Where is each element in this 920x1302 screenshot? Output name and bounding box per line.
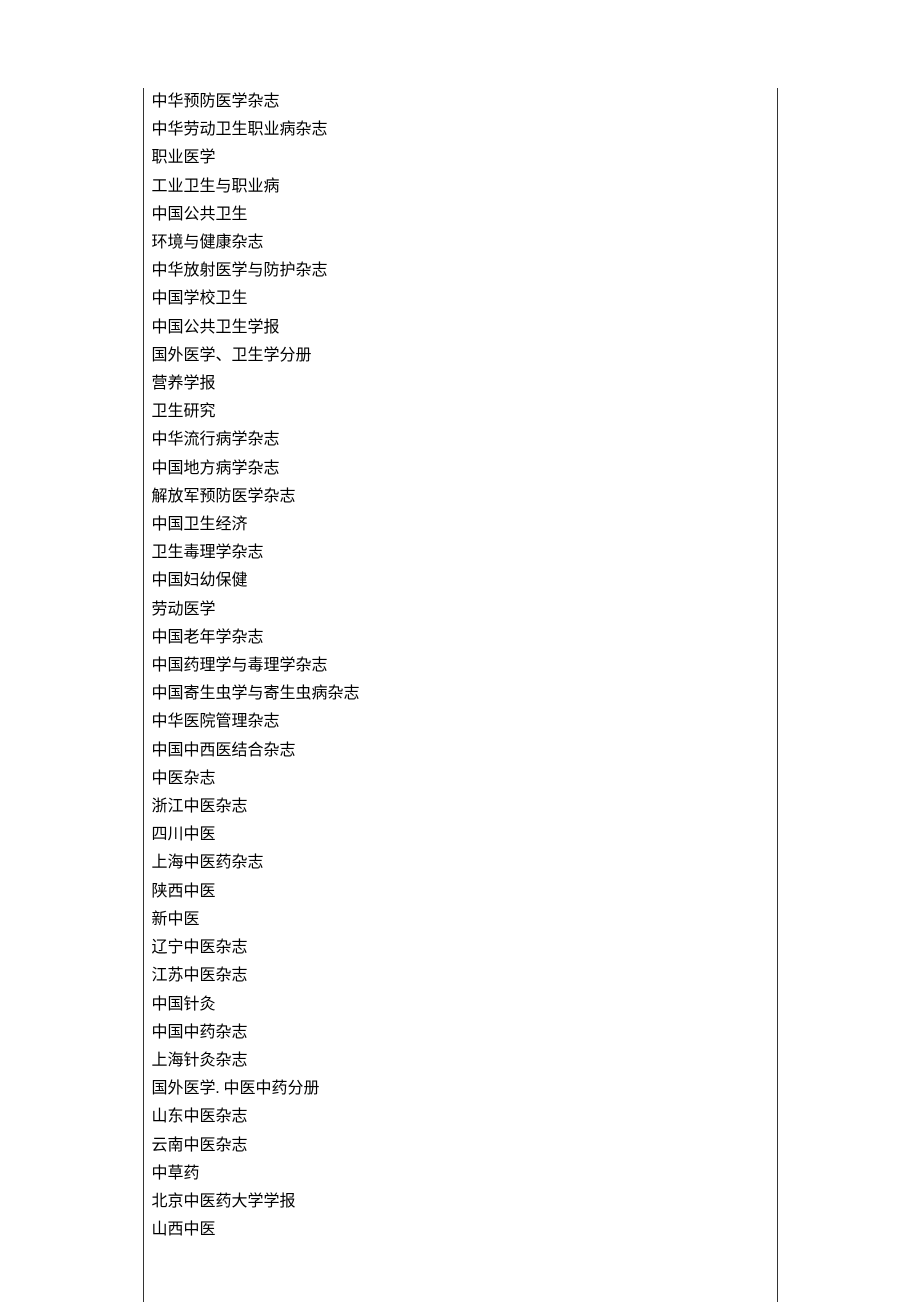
journal-item: 中国老年学杂志 [152, 624, 769, 652]
journal-item: 中国中药杂志 [152, 1019, 769, 1047]
journal-item: 山西中医 [152, 1216, 769, 1244]
journal-item: 山东中医杂志 [152, 1103, 769, 1131]
journal-item: 中国学校卫生 [152, 285, 769, 313]
journal-item: 中医杂志 [152, 765, 769, 793]
journal-item: 中国药理学与毒理学杂志 [152, 652, 769, 680]
journal-item: 陕西中医 [152, 878, 769, 906]
journal-item: 中华放射医学与防护杂志 [152, 257, 769, 285]
journal-item: 北京中医药大学学报 [152, 1188, 769, 1216]
journal-item: 云南中医杂志 [152, 1132, 769, 1160]
journal-item: 中华医院管理杂志 [152, 708, 769, 736]
journal-list: 中华预防医学杂志中华劳动卫生职业病杂志职业医学工业卫生与职业病中国公共卫生环境与… [152, 88, 769, 1244]
journal-item: 中国卫生经济 [152, 511, 769, 539]
journal-item: 中国地方病学杂志 [152, 455, 769, 483]
journal-item: 四川中医 [152, 821, 769, 849]
journal-item: 劳动医学 [152, 596, 769, 624]
journal-item: 中国寄生虫学与寄生虫病杂志 [152, 680, 769, 708]
journal-item: 国外医学. 中医中药分册 [152, 1075, 769, 1103]
journal-item: 中草药 [152, 1160, 769, 1188]
journal-item: 新中医 [152, 906, 769, 934]
journal-item: 中国妇幼保健 [152, 567, 769, 595]
journal-item: 国外医学、卫生学分册 [152, 342, 769, 370]
journal-item: 卫生研究 [152, 398, 769, 426]
journal-item: 上海中医药杂志 [152, 849, 769, 877]
journal-item: 中华流行病学杂志 [152, 426, 769, 454]
journal-item: 辽宁中医杂志 [152, 934, 769, 962]
journal-item: 中华预防医学杂志 [152, 88, 769, 116]
journal-item: 解放军预防医学杂志 [152, 483, 769, 511]
journal-item: 中国中西医结合杂志 [152, 737, 769, 765]
journal-item: 中华劳动卫生职业病杂志 [152, 116, 769, 144]
journal-item: 上海针灸杂志 [152, 1047, 769, 1075]
journal-item: 中国针灸 [152, 991, 769, 1019]
journal-item: 江苏中医杂志 [152, 962, 769, 990]
journal-item: 职业医学 [152, 144, 769, 172]
journal-item: 营养学报 [152, 370, 769, 398]
journal-item: 浙江中医杂志 [152, 793, 769, 821]
journal-item: 卫生毒理学杂志 [152, 539, 769, 567]
journal-item: 中国公共卫生 [152, 201, 769, 229]
journal-item: 中国公共卫生学报 [152, 314, 769, 342]
journal-list-page: 中华预防医学杂志中华劳动卫生职业病杂志职业医学工业卫生与职业病中国公共卫生环境与… [143, 88, 778, 1302]
journal-item: 工业卫生与职业病 [152, 173, 769, 201]
journal-item: 环境与健康杂志 [152, 229, 769, 257]
